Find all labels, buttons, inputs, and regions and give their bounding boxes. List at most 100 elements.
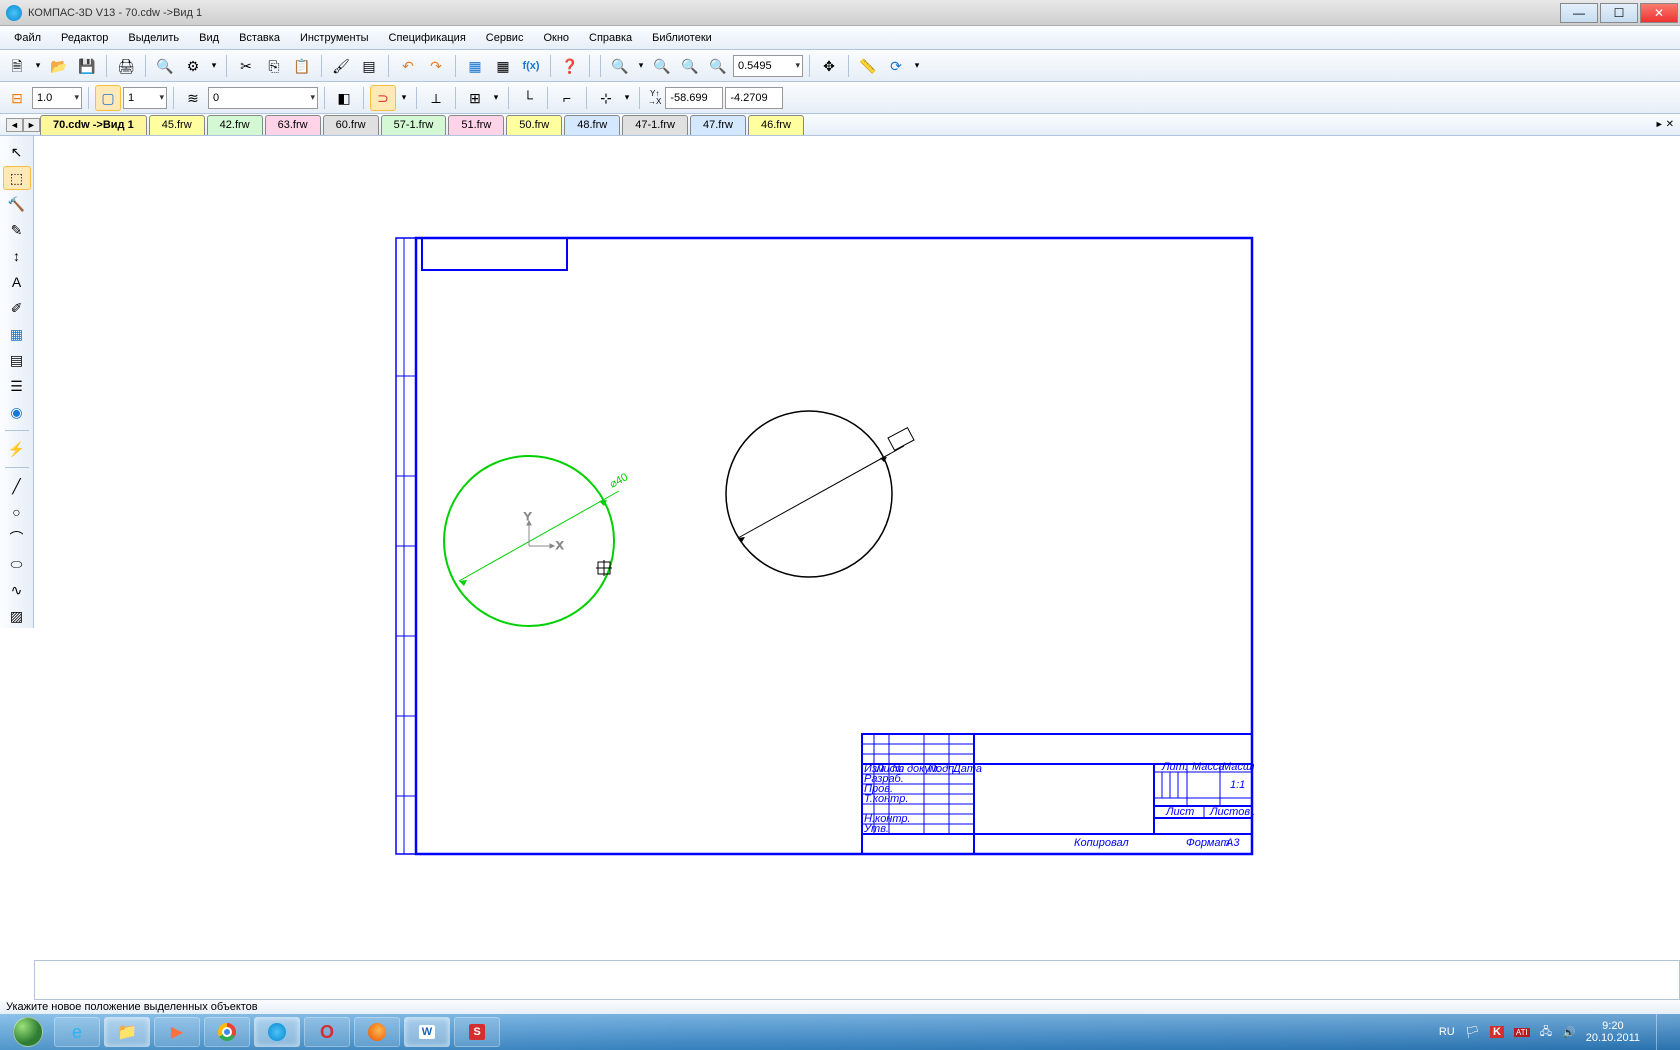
cs-dropdown[interactable]: ▾ xyxy=(621,85,633,111)
zoom-in-button[interactable]: 🔍 xyxy=(607,53,633,79)
menu-file[interactable]: Файл xyxy=(6,29,49,47)
zoom-window-button[interactable]: 🔍 xyxy=(649,53,675,79)
cursor-tool[interactable]: ↖ xyxy=(3,140,31,164)
tab-70-cdw[interactable]: 70.cdw ->Вид 1 xyxy=(40,115,147,135)
ati-icon[interactable]: ATI xyxy=(1514,1028,1530,1037)
rebuild-button[interactable]: ⟳ xyxy=(883,53,909,79)
step-icon-button[interactable]: ⊟ xyxy=(4,85,30,111)
menu-editor[interactable]: Редактор xyxy=(53,29,116,47)
snap-dropdown[interactable]: ▾ xyxy=(398,85,410,111)
menu-insert[interactable]: Вставка xyxy=(231,29,288,47)
taskbar-word[interactable]: W xyxy=(404,1017,450,1047)
show-desktop-button[interactable] xyxy=(1656,1014,1668,1050)
help-cursor-button[interactable]: ❓ xyxy=(557,53,583,79)
menu-spec[interactable]: Спецификация xyxy=(381,29,474,47)
window-minimize-button[interactable]: — xyxy=(1560,3,1598,23)
copy-button[interactable]: ⎘ xyxy=(261,53,287,79)
tab-46-frw[interactable]: 46.frw xyxy=(748,115,804,135)
snap-toggle-button[interactable]: ⊃ xyxy=(370,85,396,111)
x-coordinate-input[interactable] xyxy=(665,87,723,109)
menu-select[interactable]: Выделить xyxy=(120,29,187,47)
window-maximize-button[interactable]: ☐ xyxy=(1600,3,1638,23)
spline-tool[interactable]: ∿ xyxy=(3,578,31,602)
spiral-tool[interactable]: ◉ xyxy=(3,400,31,424)
property-panel[interactable] xyxy=(34,960,1680,1000)
taskbar-firefox[interactable] xyxy=(354,1017,400,1047)
line-tool[interactable]: ╱ xyxy=(3,474,31,498)
print-button[interactable]: 🖨 xyxy=(113,53,139,79)
library-manager-button[interactable]: ▦ xyxy=(462,53,488,79)
grid-dropdown[interactable]: ▾ xyxy=(490,85,502,111)
flag-icon[interactable]: 🏳 xyxy=(1465,1025,1480,1039)
tab-51-frw[interactable]: 51.frw xyxy=(448,115,504,135)
cut-button[interactable]: ✂ xyxy=(233,53,259,79)
tab-scroll-right[interactable]: ► xyxy=(23,118,40,132)
open-button[interactable]: 📂 xyxy=(46,53,72,79)
tab-scroll-end[interactable]: ► xyxy=(1655,119,1664,130)
tab-60-frw[interactable]: 60.frw xyxy=(323,115,379,135)
ortho-button[interactable]: └ xyxy=(515,85,541,111)
constraints-tool[interactable]: ▦ xyxy=(3,322,31,346)
grid-button[interactable]: ⊞ xyxy=(462,85,488,111)
bolt-tool[interactable]: ⚡ xyxy=(3,437,31,461)
menu-help[interactable]: Справка xyxy=(581,29,640,47)
drawing-canvas[interactable]: ⌀40 X Y xyxy=(34,136,1680,960)
tab-47-frw[interactable]: 47.frw xyxy=(690,115,746,135)
paste-button[interactable]: 📋 xyxy=(289,53,315,79)
tab-close[interactable]: ✕ xyxy=(1666,119,1674,130)
edit-tool[interactable]: ✐ xyxy=(3,296,31,320)
taskbar-snagit[interactable]: S xyxy=(454,1017,500,1047)
save-button[interactable]: 💾 xyxy=(74,53,100,79)
view-dropdown[interactable]: 1 xyxy=(123,87,167,109)
pencil-tool[interactable]: ✎ xyxy=(3,218,31,242)
network-icon[interactable]: 🖧 xyxy=(1540,1023,1552,1042)
ellipse-tool[interactable]: ⬭ xyxy=(3,552,31,576)
tab-48-frw[interactable]: 48.frw xyxy=(564,115,620,135)
circle-tool[interactable]: ○ xyxy=(3,500,31,524)
hatch-tool[interactable]: ▨ xyxy=(3,604,31,628)
text-tool[interactable]: A xyxy=(3,270,31,294)
new-button[interactable]: 🗎 xyxy=(4,53,30,79)
zoom-fit-button[interactable]: 🔍 xyxy=(705,53,731,79)
current-view-button[interactable]: ▢ xyxy=(95,85,121,111)
perp-dim-button[interactable]: ⟂ xyxy=(423,85,449,111)
zoom-value-dropdown[interactable]: 0.5495 xyxy=(733,55,803,77)
local-cs-button[interactable]: ⊹ xyxy=(593,85,619,111)
taskbar-ie[interactable]: e xyxy=(54,1017,100,1047)
step-dropdown[interactable]: 1.0 xyxy=(32,87,82,109)
zoom-dropdown[interactable]: ▾ xyxy=(635,53,647,79)
redo-button[interactable]: ↷ xyxy=(423,53,449,79)
tab-50-frw[interactable]: 50.frw xyxy=(506,115,562,135)
preview-button[interactable]: 🔍 xyxy=(152,53,178,79)
volume-icon[interactable]: 🔊 xyxy=(1562,1026,1576,1039)
select-tool[interactable]: ⬚ xyxy=(3,166,31,190)
start-button[interactable] xyxy=(4,1014,52,1050)
new-dropdown[interactable]: ▾ xyxy=(32,53,44,79)
dimension-tool[interactable]: ↕ xyxy=(3,244,31,268)
fx-button[interactable]: f(x) xyxy=(518,53,544,79)
zoom-prev-button[interactable]: 🔍 xyxy=(677,53,703,79)
lang-indicator[interactable]: RU xyxy=(1439,1026,1455,1038)
tab-57-1-frw[interactable]: 57-1.frw xyxy=(381,115,447,135)
tab-42-frw[interactable]: 42.frw xyxy=(207,115,263,135)
layer-dropdown[interactable]: 0 xyxy=(208,87,318,109)
arc-tool[interactable]: ⌒ xyxy=(3,526,31,550)
properties-dropdown[interactable]: ▾ xyxy=(208,53,220,79)
taskbar-kompas[interactable] xyxy=(254,1017,300,1047)
tab-scroll-left[interactable]: ◄ xyxy=(6,118,23,132)
pan-button[interactable]: ✥ xyxy=(816,53,842,79)
round-button[interactable]: ⌐ xyxy=(554,85,580,111)
menu-window[interactable]: Окно xyxy=(535,29,577,47)
report-tool[interactable]: ☰ xyxy=(3,374,31,398)
tab-45-frw[interactable]: 45.frw xyxy=(149,115,205,135)
rebuild-dropdown[interactable]: ▾ xyxy=(911,53,923,79)
eraser-button[interactable]: ◧ xyxy=(331,85,357,111)
brush-button[interactable]: 🖌 xyxy=(328,53,354,79)
tab-63-frw[interactable]: 63.frw xyxy=(265,115,321,135)
properties-button[interactable]: ⚙ xyxy=(180,53,206,79)
taskbar-media[interactable]: ▶ xyxy=(154,1017,200,1047)
clock[interactable]: 9:20 20.10.2011 xyxy=(1586,1020,1640,1044)
layer-button[interactable]: ≋ xyxy=(180,85,206,111)
taskbar-chrome[interactable] xyxy=(204,1017,250,1047)
kaspersky-icon[interactable]: K xyxy=(1490,1026,1504,1038)
